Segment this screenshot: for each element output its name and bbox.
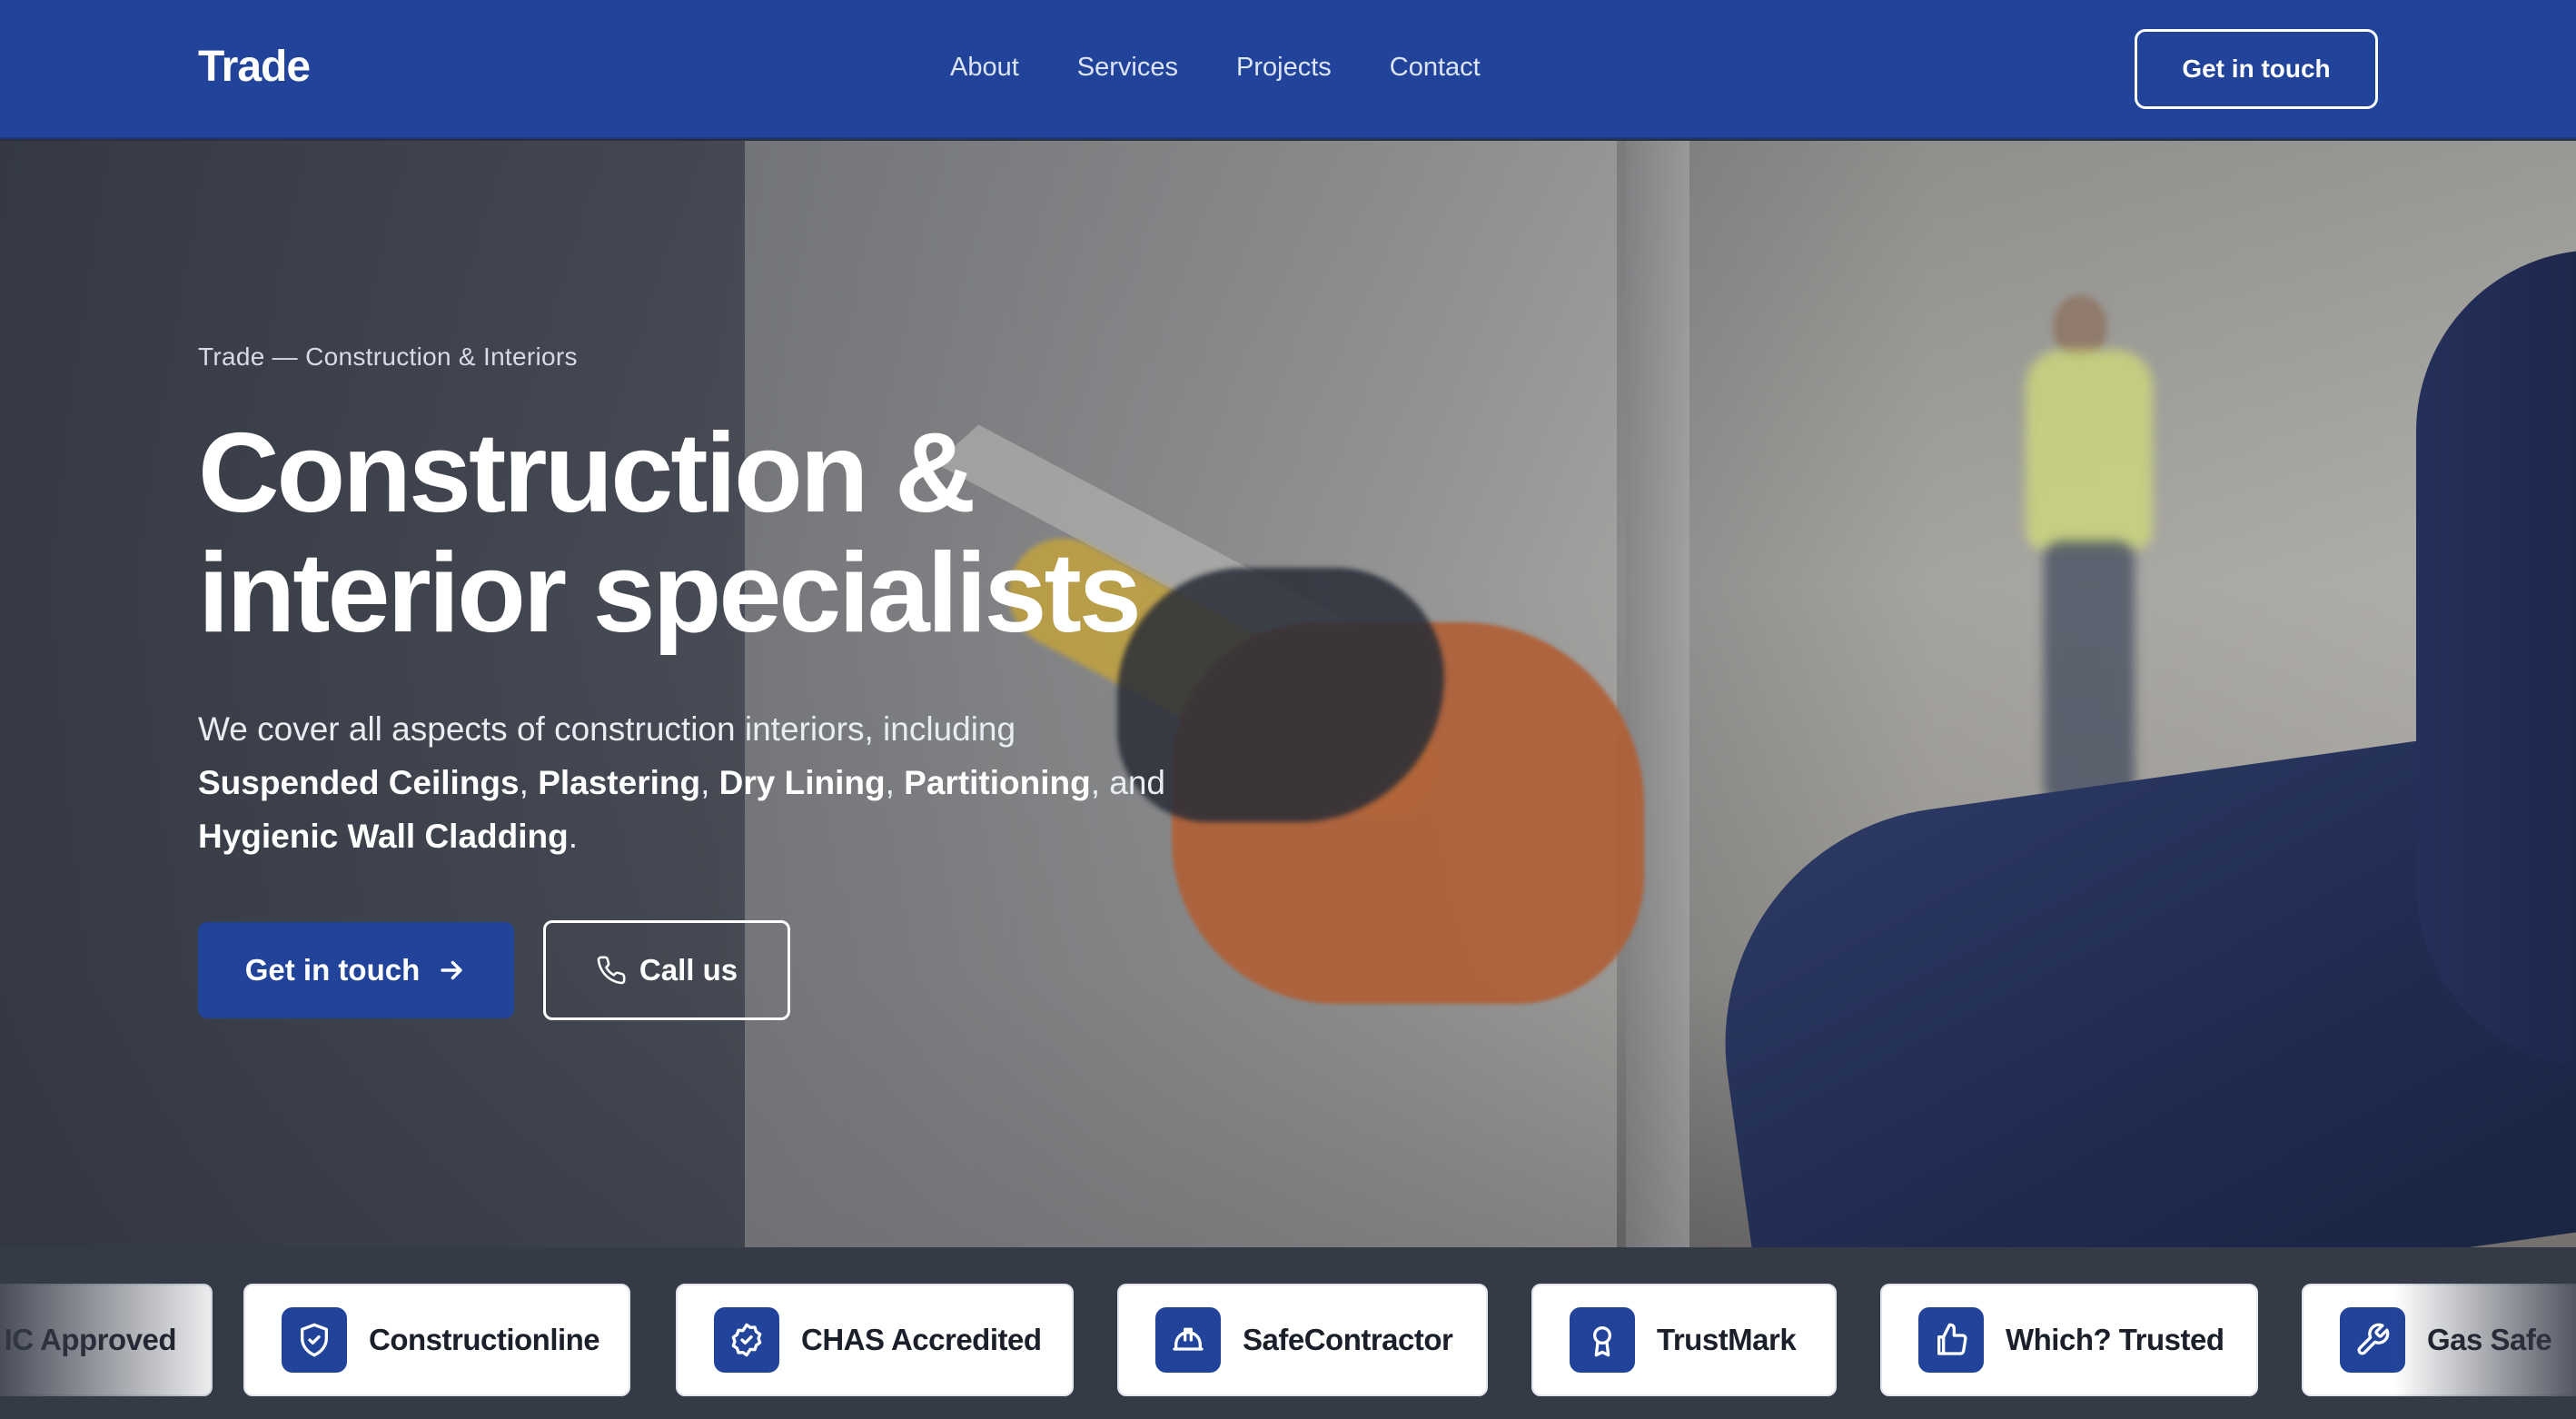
hero-photo-background-worker <box>2007 241 2171 804</box>
hard-hat-icon <box>1155 1307 1221 1373</box>
accreditation-strip: IC Approved Constructionline CHAS Accred… <box>0 1247 2576 1419</box>
nav-link-projects[interactable]: Projects <box>1236 53 1332 83</box>
hero-title-line-2: interior specialists <box>198 531 1142 656</box>
hero-actions: Get in touch Call us <box>198 920 790 1020</box>
wrench-icon <box>2340 1307 2405 1373</box>
accreditation-badge-chas: CHAS Accredited <box>676 1284 1074 1396</box>
nav-link-contact[interactable]: Contact <box>1390 53 1481 83</box>
arrow-right-icon <box>436 955 467 986</box>
accreditation-badge-trustmark: TrustMark <box>1531 1284 1837 1396</box>
nav-get-in-touch-button[interactable]: Get in touch <box>2135 29 2378 109</box>
separator: , <box>885 764 905 801</box>
hero-get-in-touch-button[interactable]: Get in touch <box>198 922 514 1018</box>
accreditation-label: IC Approved <box>4 1323 177 1356</box>
accreditation-label: Which? Trusted <box>2006 1323 2224 1356</box>
hero-content: Trade — Construction & Interiors Constru… <box>198 141 1288 1249</box>
service-dry-lining: Dry Lining <box>718 764 886 801</box>
nav-link-services[interactable]: Services <box>1077 53 1178 83</box>
separator: , <box>519 764 539 801</box>
hero-description: We cover all aspects of construction int… <box>198 702 1215 863</box>
accreditation-badge-partial: IC Approved <box>0 1284 213 1396</box>
hero-section: Trade — Construction & Interiors Constru… <box>0 141 2576 1249</box>
service-partitioning: Partitioning <box>904 764 1091 801</box>
separator: , and <box>1090 764 1166 801</box>
service-plastering: Plastering <box>538 764 701 801</box>
hero-call-us-label: Call us <box>639 953 738 987</box>
accreditation-badge-gas-safe: Gas Safe <box>2302 1284 2576 1396</box>
hero-eyebrow: Trade — Construction & Interiors <box>198 342 578 371</box>
hero-photo-arm <box>2416 250 2576 1067</box>
accreditation-label: SafeContractor <box>1243 1323 1453 1356</box>
shield-check-icon <box>282 1307 347 1373</box>
hero-title: Construction & interior specialists <box>198 413 1288 653</box>
service-hygienic-wall-cladding: Hygienic Wall Cladding <box>198 818 569 855</box>
accreditation-badge-safecontractor: SafeContractor <box>1117 1284 1488 1396</box>
brand-logo[interactable]: Trade <box>198 42 311 92</box>
badge-check-icon <box>714 1307 779 1373</box>
hero-get-in-touch-label: Get in touch <box>244 953 421 987</box>
award-icon <box>1570 1307 1635 1373</box>
accreditation-label: Gas Safe <box>2427 1323 2552 1356</box>
accreditation-badge-constructionline: Constructionline <box>243 1284 630 1396</box>
nav-links: About Services Projects Contact <box>950 53 1481 83</box>
service-suspended-ceilings: Suspended Ceilings <box>198 764 520 801</box>
accreditation-badge-which-trusted: Which? Trusted <box>1880 1284 2258 1396</box>
accreditation-label: CHAS Accredited <box>801 1323 1042 1356</box>
sentence-end: . <box>568 818 579 855</box>
phone-icon <box>596 955 627 986</box>
nav-link-about[interactable]: About <box>950 53 1019 83</box>
hero-title-line-1: Construction & <box>198 411 976 536</box>
hero-description-intro: We cover all aspects of construction int… <box>198 710 1016 748</box>
top-navigation: Trade About Services Projects Contact Ge… <box>0 0 2576 139</box>
accreditation-label: Constructionline <box>369 1323 600 1356</box>
hero-call-us-button[interactable]: Call us <box>543 920 790 1020</box>
separator: , <box>700 764 719 801</box>
thumbs-up-icon <box>1918 1307 1984 1373</box>
accreditation-label: TrustMark <box>1657 1323 1797 1356</box>
